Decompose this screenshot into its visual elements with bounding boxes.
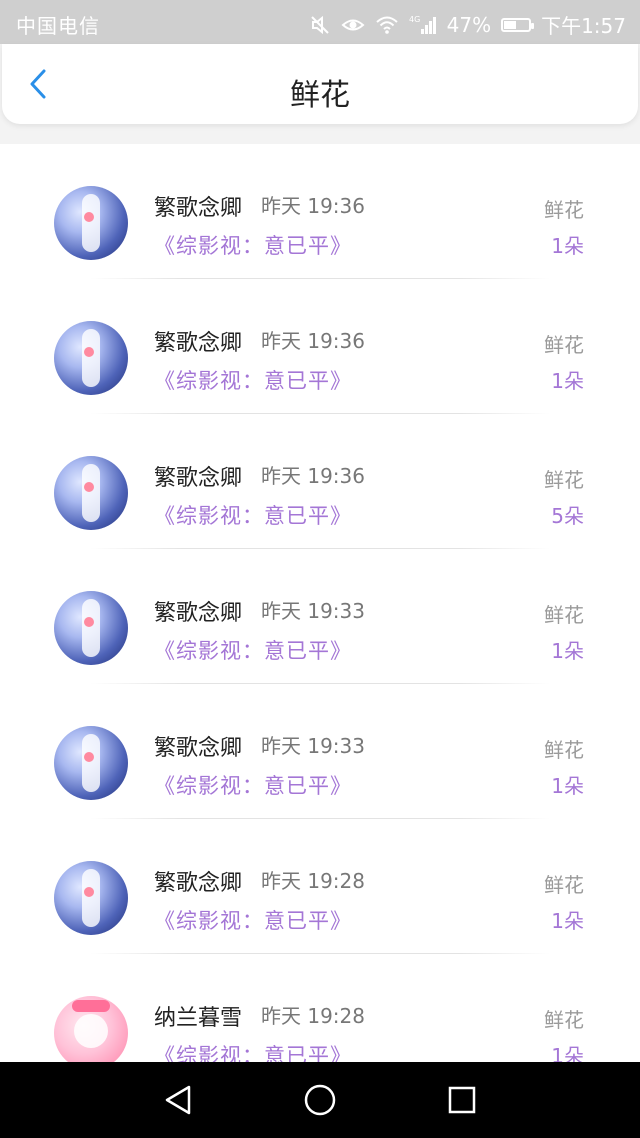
gift-type: 鲜花: [544, 603, 584, 627]
record-time: 昨天 19:33: [261, 734, 365, 758]
avatar[interactable]: [54, 591, 128, 665]
book-title-link[interactable]: 《综影视：意已平》: [154, 770, 352, 800]
gift-count: 1朵: [551, 774, 584, 798]
avatar-figure: [82, 734, 100, 792]
gift-count: 1朵: [551, 369, 584, 393]
sender-name[interactable]: 繁歌念卿: [154, 595, 242, 627]
battery-fill: [504, 20, 517, 29]
sender-name[interactable]: 繁歌念卿: [154, 325, 242, 357]
book-title-link[interactable]: 《综影视：意已平》: [154, 500, 352, 530]
avatar-rose: [84, 887, 94, 897]
wifi-icon: [375, 14, 399, 36]
book-title-link[interactable]: 《综影视：意已平》: [154, 905, 352, 935]
avatar[interactable]: [54, 186, 128, 260]
record-time: 昨天 19:36: [261, 329, 365, 353]
mute-icon: [309, 14, 331, 36]
network-label: 4G: [409, 15, 420, 24]
battery-outline: [501, 17, 535, 32]
avatar-face: [74, 1014, 108, 1048]
clock-label: 下午1:57: [541, 14, 626, 38]
book-title-link[interactable]: 《综影视：意已平》: [154, 365, 352, 395]
avatar[interactable]: [54, 456, 128, 530]
gift-type: 鲜花: [544, 1008, 584, 1032]
gift-count: 1朵: [551, 909, 584, 933]
list-item[interactable]: 繁歌念卿 昨天 19:36 《综影视：意已平》 鲜花 1朵: [0, 279, 640, 414]
avatar-bow: [72, 1000, 110, 1012]
square-recents-icon: [448, 1086, 476, 1114]
list-item[interactable]: 繁歌念卿 昨天 19:36 《综影视：意已平》 鲜花 5朵: [0, 414, 640, 549]
record-time: 昨天 19:28: [261, 1004, 365, 1028]
avatar-rose: [84, 212, 94, 222]
sender-name[interactable]: 繁歌念卿: [154, 730, 242, 762]
list-item[interactable]: 繁歌念卿 昨天 19:33 《综影视：意已平》 鲜花 1朵: [0, 684, 640, 819]
gift-count: 1朵: [551, 639, 584, 663]
circle-home-icon: [304, 1084, 336, 1116]
gift-type: 鲜花: [544, 333, 584, 357]
record-time: 昨天 19:36: [261, 194, 365, 218]
avatar-figure: [82, 869, 100, 927]
status-icons: 4G 47% 下午1:57: [309, 10, 626, 39]
nav-recents-button[interactable]: [442, 1080, 482, 1120]
carrier-label: 中国电信: [16, 14, 100, 38]
list-item[interactable]: 纳兰暮雪 昨天 19:28 《综影视：意已平》 鲜花 1朵: [0, 954, 640, 1062]
signal-icon: 4G: [409, 14, 437, 36]
sender-name[interactable]: 繁歌念卿: [154, 460, 242, 492]
avatar-rose: [84, 617, 94, 627]
list-item[interactable]: 繁歌念卿 昨天 19:28 《综影视：意已平》 鲜花 1朵: [0, 819, 640, 954]
app-screen: 中国电信 4G 47% 下午1:57 鲜花 繁歌念卿 昨天 19:36 《综影视…: [0, 0, 640, 1138]
record-time: 昨天 19:33: [261, 599, 365, 623]
avatar-rose: [84, 482, 94, 492]
avatar-rose: [84, 752, 94, 762]
avatar-figure: [82, 464, 100, 522]
nav-back-button[interactable]: [158, 1080, 198, 1120]
list-item[interactable]: 繁歌念卿 昨天 19:33 《综影视：意已平》 鲜花 1朵: [0, 549, 640, 684]
book-title-link[interactable]: 《综影视：意已平》: [154, 1040, 352, 1062]
flower-record-list: 繁歌念卿 昨天 19:36 《综影视：意已平》 鲜花 1朵 繁歌念卿 昨天 19…: [0, 144, 640, 1062]
gift-type: 鲜花: [544, 468, 584, 492]
sender-name[interactable]: 繁歌念卿: [154, 190, 242, 222]
gift-count: 1朵: [551, 1044, 584, 1062]
system-nav-bar: [0, 1062, 640, 1138]
sender-name[interactable]: 繁歌念卿: [154, 865, 242, 897]
gift-count: 1朵: [551, 234, 584, 258]
book-title-link[interactable]: 《综影视：意已平》: [154, 230, 352, 260]
avatar-figure: [82, 599, 100, 657]
nav-home-button[interactable]: [300, 1080, 340, 1120]
gift-count: 5朵: [551, 504, 584, 528]
avatar-figure: [82, 194, 100, 252]
header-area: 鲜花: [0, 44, 640, 144]
page-title: 鲜花: [290, 78, 350, 113]
gift-type: 鲜花: [544, 198, 584, 222]
record-time: 昨天 19:36: [261, 464, 365, 488]
status-bar: 中国电信 4G 47% 下午1:57: [0, 0, 640, 44]
gift-type: 鲜花: [544, 738, 584, 762]
eye-icon: [341, 14, 365, 36]
gift-type: 鲜花: [544, 873, 584, 897]
list-item[interactable]: 繁歌念卿 昨天 19:36 《综影视：意已平》 鲜花 1朵: [0, 144, 640, 279]
top-navbar: 鲜花: [2, 44, 638, 124]
sender-name[interactable]: 纳兰暮雪: [154, 1000, 242, 1032]
battery-icon: [501, 14, 535, 36]
avatar[interactable]: [54, 996, 128, 1062]
avatar-rose: [84, 347, 94, 357]
battery-percent: 47%: [446, 12, 492, 37]
book-title-link[interactable]: 《综影视：意已平》: [154, 635, 352, 665]
avatar-figure: [82, 329, 100, 387]
avatar[interactable]: [54, 321, 128, 395]
avatar[interactable]: [54, 726, 128, 800]
record-time: 昨天 19:28: [261, 869, 365, 893]
avatar[interactable]: [54, 861, 128, 935]
triangle-back-icon: [165, 1085, 191, 1115]
